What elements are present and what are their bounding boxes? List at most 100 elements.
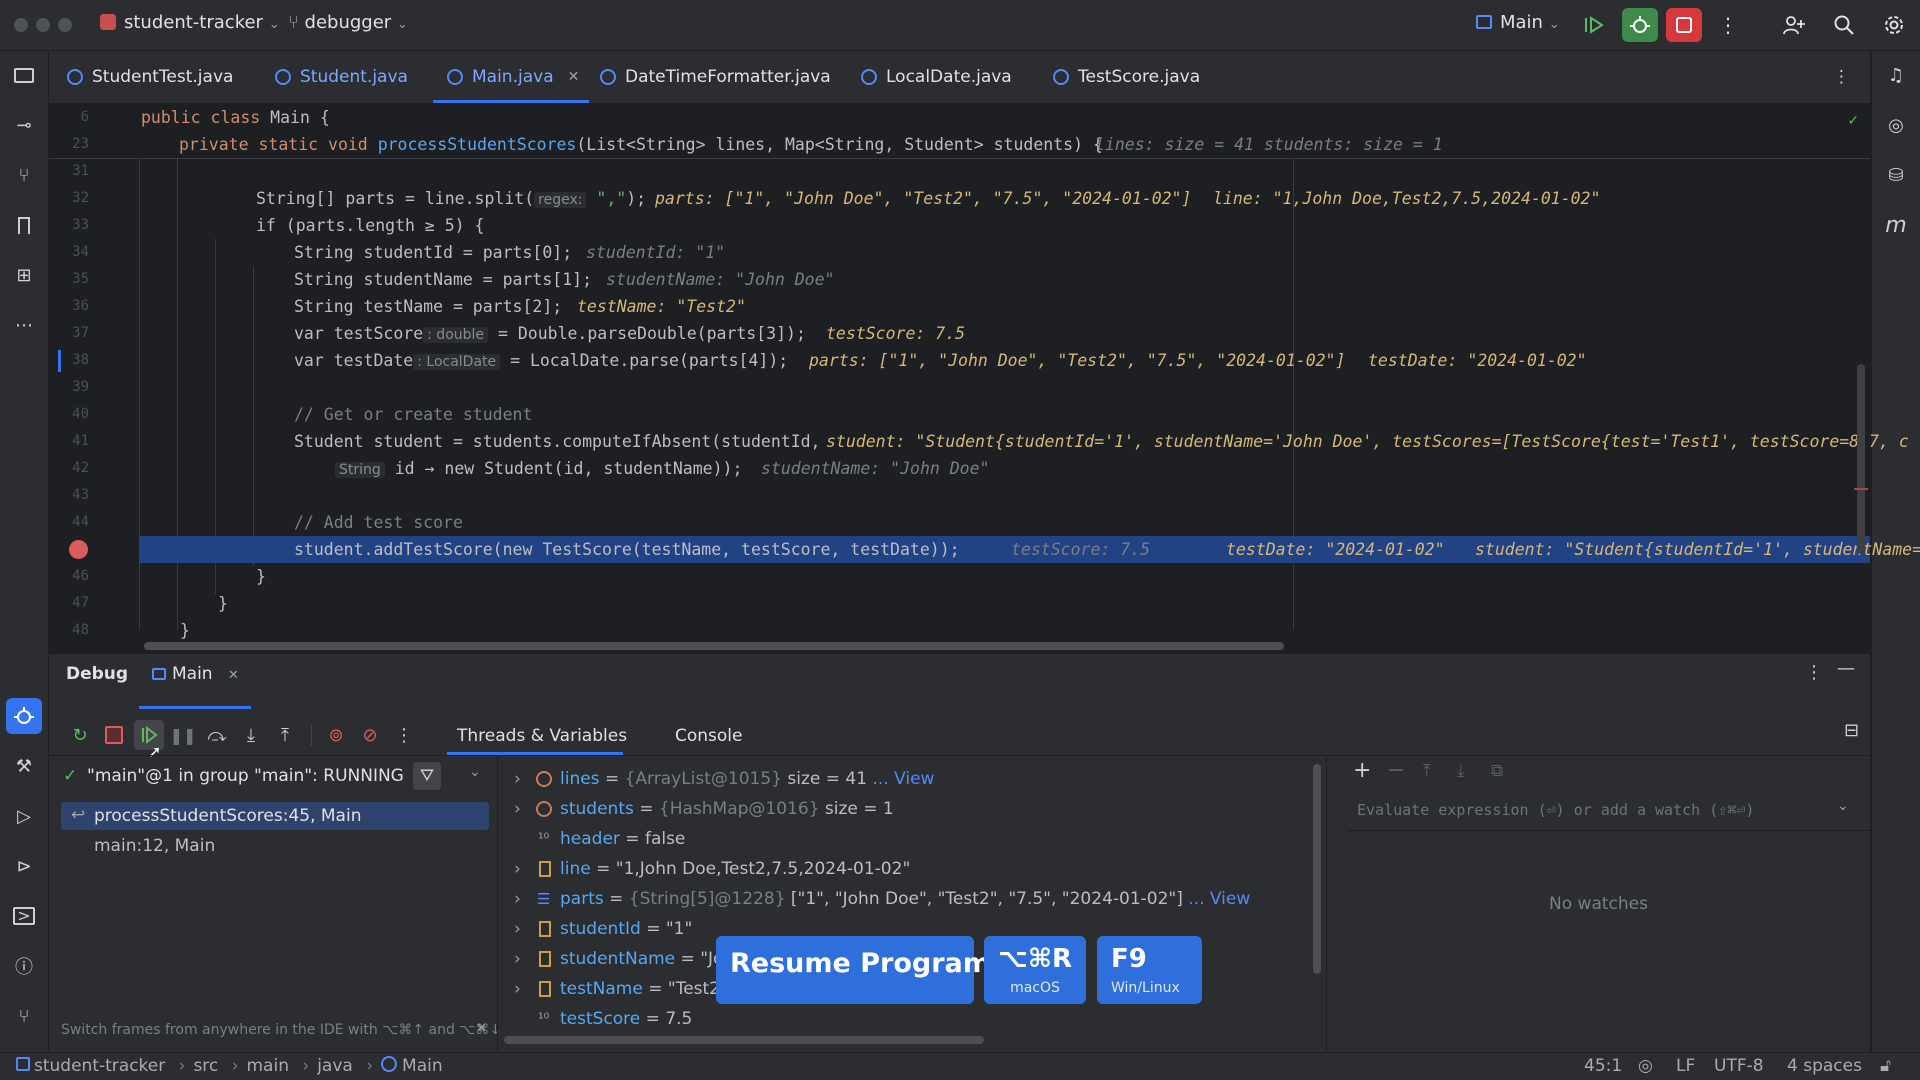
tab-label: DateTimeFormatter.java (625, 67, 831, 87)
code-text: } (180, 621, 190, 640)
terminal-tool-button[interactable]: > (6, 898, 42, 934)
settings-button[interactable] (1876, 8, 1912, 42)
tab-studenttest[interactable]: StudentTest.java (67, 51, 233, 103)
expand-chevron-icon[interactable]: › (514, 764, 521, 794)
build-tool-button[interactable]: ⚒ (6, 748, 42, 784)
hide-panel-button[interactable]: — (1837, 658, 1855, 679)
tab-localdate[interactable]: LocalDate.java (861, 51, 1012, 103)
breadcrumb-item[interactable]: main (247, 1056, 289, 1076)
expand-chevron-icon[interactable]: › (514, 854, 521, 884)
tab-testscore[interactable]: TestScore.java (1053, 51, 1200, 103)
run-config-selector[interactable]: Main ⌄ (1476, 12, 1560, 33)
remove-watch-button[interactable]: − (1387, 758, 1405, 783)
bookmarks-tool-button[interactable] (6, 207, 42, 243)
search-button[interactable] (1826, 8, 1862, 42)
problems-tool-button[interactable]: ⓘ (6, 948, 42, 984)
filter-frames-button[interactable]: ⛛ (413, 762, 441, 790)
breadcrumb-item[interactable]: java (317, 1056, 353, 1076)
mute-breakpoints-button[interactable]: ⊘ (355, 720, 385, 750)
project-selector[interactable]: student-tracker ⌄ (100, 12, 280, 33)
more-tools-button[interactable]: ⋯ (6, 307, 42, 343)
step-into-button[interactable]: ⤓ (236, 720, 266, 750)
tab-main[interactable]: Main.java ✕ (433, 51, 590, 103)
database-tool-button[interactable]: ⛁ (1878, 157, 1914, 193)
file-encoding[interactable]: UTF-8 (1714, 1056, 1764, 1076)
rerun-debug-button[interactable]: ↻ (65, 720, 95, 750)
caret-position[interactable]: 45:1 (1584, 1056, 1622, 1076)
debug-tool-button[interactable] (6, 698, 42, 734)
expand-chevron-icon[interactable]: › (514, 974, 521, 1004)
breakpoint-icon[interactable] (69, 540, 88, 559)
variables-horizontal-scrollbar[interactable] (504, 1036, 984, 1044)
debug-options-button[interactable]: ⋮ (1805, 662, 1823, 683)
notifications-tool-button[interactable]: ♫ (1878, 57, 1914, 93)
tab-label: Student.java (300, 67, 408, 87)
move-watch-down-button[interactable]: ⤓ (1457, 761, 1465, 781)
stop-debug-button[interactable] (99, 720, 129, 750)
watch-expression-input[interactable]: Evaluate expression (⏎) or add a watch (… (1347, 790, 1870, 831)
ai-assistant-tool-button[interactable]: ◎ (1878, 107, 1914, 143)
tab-console[interactable]: Console (675, 720, 743, 752)
rerun-button[interactable] (1576, 8, 1612, 42)
debug-button[interactable] (1622, 8, 1658, 42)
tab-threads-variables[interactable]: Threads & Variables (457, 720, 627, 752)
frame-item[interactable]: main:12, Main (94, 836, 215, 856)
stop-button[interactable] (1666, 8, 1702, 42)
more-actions-button[interactable]: ⋮ (1710, 8, 1746, 42)
view-link[interactable]: ... View (867, 769, 934, 789)
expand-chevron-icon[interactable]: › (514, 794, 521, 824)
close-hint-button[interactable]: ✕ (476, 1021, 487, 1036)
window-zoom-button[interactable] (58, 18, 72, 32)
expand-chevron-icon[interactable]: › (514, 944, 521, 974)
line-separator[interactable]: LF (1676, 1056, 1695, 1076)
pull-requests-tool-button[interactable]: ⑂ (6, 157, 42, 193)
more-debug-actions-button[interactable]: ⋮ (389, 720, 419, 750)
close-icon[interactable]: ✕ (228, 668, 239, 683)
view-breakpoints-button[interactable]: ⊚ (321, 720, 351, 750)
frame-item-selected[interactable]: ↩ processStudentScores:45, Main (61, 802, 489, 830)
inline-debug-value: studentName: "John Doe" (761, 459, 990, 478)
breadcrumb-item[interactable]: student-tracker (34, 1056, 165, 1076)
branch-selector[interactable]: ⑂ debugger ⌄ (288, 12, 408, 33)
ai-status-icon[interactable]: ◎ (1638, 1056, 1653, 1076)
window-close-button[interactable] (14, 18, 28, 32)
breadcrumb-item[interactable]: Main (402, 1056, 443, 1076)
variables-vertical-scrollbar[interactable] (1313, 764, 1321, 974)
move-watch-up-button[interactable]: ⤒ (1423, 761, 1431, 781)
run-tool-button[interactable]: ▷ (6, 798, 42, 834)
tab-debug-session[interactable]: Main ✕ (152, 664, 239, 684)
structure-tool-button[interactable]: ⊞ (6, 257, 42, 293)
thread-dropdown-button[interactable]: ⌄ (469, 764, 481, 780)
chevron-down-icon[interactable]: ⌄ (1837, 798, 1849, 814)
project-tool-button[interactable] (6, 57, 42, 93)
horizontal-scrollbar[interactable] (144, 642, 1284, 650)
expand-chevron-icon[interactable]: › (514, 914, 521, 944)
indent-settings[interactable]: 4 spaces (1787, 1056, 1862, 1076)
breadcrumb-item[interactable]: src (193, 1056, 218, 1076)
step-over-button[interactable]: ⤼ (202, 720, 232, 750)
maven-tool-button[interactable]: m (1878, 207, 1914, 243)
view-link[interactable]: ... View (1183, 889, 1250, 909)
add-user-button[interactable] (1776, 8, 1812, 42)
add-watch-button[interactable]: + (1353, 758, 1371, 783)
vertical-scrollbar[interactable] (1857, 364, 1865, 554)
close-icon[interactable]: ✕ (568, 69, 580, 85)
services-tool-button[interactable]: ⊳ (6, 848, 42, 884)
commit-tool-button[interactable]: ⊸ (6, 107, 42, 143)
read-only-lock-icon[interactable]: 🔓︎ (1880, 1056, 1891, 1076)
tab-student[interactable]: Student.java (275, 51, 408, 103)
code-editor[interactable]: 6 public class Main { 23 private static … (49, 104, 1920, 652)
tab-datetimeformatter[interactable]: DateTimeFormatter.java (600, 51, 831, 103)
error-stripe-marker[interactable] (1854, 488, 1868, 490)
git-tool-button[interactable]: ⑂ (6, 998, 42, 1034)
thread-selector[interactable]: "main"@1 in group "main": RUNNING (87, 766, 404, 786)
step-out-button[interactable]: ⤒ (270, 720, 300, 750)
window-minimize-button[interactable] (36, 18, 50, 32)
layout-settings-button[interactable]: ⊟ (1844, 720, 1859, 741)
line-number: 39 (72, 379, 89, 395)
tabs-more-button[interactable]: ⋮ (1833, 51, 1850, 103)
expand-chevron-icon[interactable]: › (514, 884, 521, 914)
pause-program-button[interactable]: ❚❚ (168, 720, 198, 750)
duplicate-watch-button[interactable]: ⧉ (1491, 761, 1503, 781)
code-text: var testScore: double = Double.parseDoub… (294, 320, 806, 349)
